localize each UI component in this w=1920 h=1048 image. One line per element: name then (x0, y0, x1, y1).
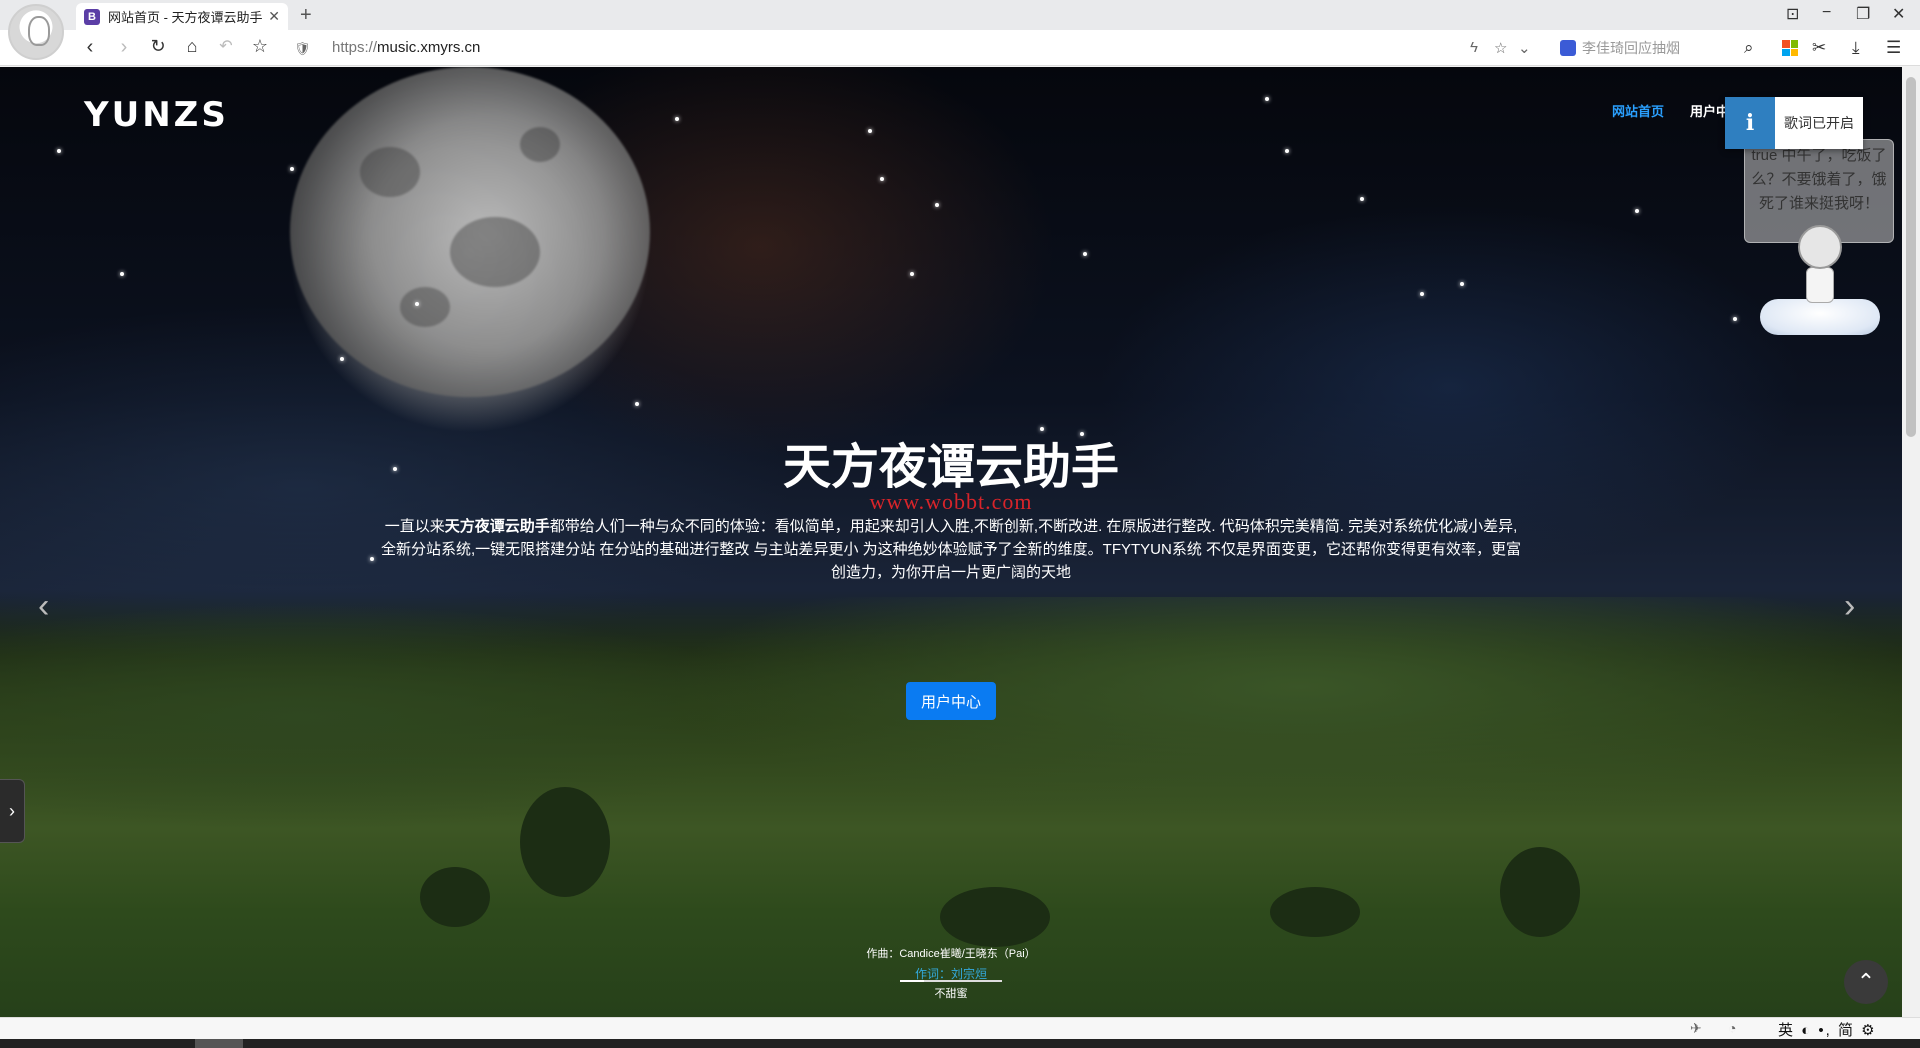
speed-icon[interactable]: ◔ (1728, 1020, 1736, 1036)
side-panel-toggle-icon[interactable]: › (0, 779, 25, 843)
chevron-down-icon[interactable]: ⌄ (1518, 39, 1531, 57)
star (1420, 292, 1424, 296)
star (1460, 282, 1464, 286)
star (1635, 209, 1639, 213)
star (1083, 252, 1087, 256)
restore-button[interactable]: ❐ (1856, 4, 1870, 24)
search-input[interactable]: 李佳琦回应抽烟 (1560, 35, 1770, 61)
lyrics-toast: i 歌词已开启 (1725, 97, 1863, 149)
baidu-icon (1560, 40, 1576, 56)
menu-icon[interactable]: ☰ (1886, 38, 1901, 58)
nav-user-link[interactable]: 用户中心 (1690, 101, 1728, 120)
reload-icon[interactable]: ↻ (146, 36, 170, 57)
star (1265, 97, 1269, 101)
star (1360, 197, 1364, 201)
star (415, 302, 419, 306)
site-favicon-icon: B (84, 8, 100, 25)
tab-close-icon[interactable]: ✕ (268, 8, 280, 25)
security-shield-icon[interactable]: 🛡 (294, 41, 311, 57)
star (57, 149, 61, 153)
url-field[interactable]: https://music.xmyrs.cn (332, 39, 480, 56)
star (290, 167, 294, 171)
forward-icon[interactable]: › (112, 36, 136, 59)
tab-title: 网站首页 - 天方夜谭云助手 (108, 10, 263, 25)
star (935, 203, 939, 207)
download-icon[interactable]: ⤓ (1852, 38, 1860, 58)
rocket-icon[interactable]: ✈ (1690, 1020, 1702, 1037)
hero-description: 一直以来天方夜谭云助手都带给人们一种与众不同的体验：看似简单，用起来却引人入胜,… (380, 518, 1521, 581)
browser-tab[interactable]: B 网站首页 - 天方夜谭云助手 ✕ (76, 3, 288, 30)
mascot-character[interactable] (1760, 217, 1880, 357)
star (340, 357, 344, 361)
undo-close-icon[interactable]: ↶ (214, 36, 238, 56)
address-bar: ‹ › ↻ ⌂ ↶ ☆ 🛡 https://music.xmyrs.cn ϟ ☆… (0, 30, 1920, 66)
back-to-top-button[interactable]: ⌃ (1844, 960, 1888, 1004)
minimize-button[interactable]: − (1822, 4, 1831, 22)
hero-section: YUNZS 网站首页 用户中心 i 歌词已开启 true 中午了，吃饭了么？不要… (0, 67, 1902, 1017)
user-avatar[interactable] (8, 4, 64, 60)
star (1733, 317, 1737, 321)
star (370, 557, 374, 561)
user-center-button[interactable]: 用户中心 (906, 682, 996, 720)
page-scrollbar[interactable] (1902, 67, 1920, 1017)
watermark-text: www.wobbt.com (869, 489, 1033, 514)
scrollbar-thumb[interactable] (1906, 77, 1916, 437)
lyrics-progress-fill (900, 980, 925, 982)
lyrics-line: 作曲：Candice崔曦/王晓东（Pai） (866, 948, 1036, 960)
back-icon[interactable]: ‹ (78, 36, 102, 59)
info-icon: i (1725, 97, 1775, 149)
carousel-next-icon[interactable]: › (1844, 587, 1855, 626)
os-taskbar (0, 1039, 1920, 1048)
apps-grid-icon[interactable] (1782, 40, 1798, 56)
star (635, 402, 639, 406)
star (880, 177, 884, 181)
carousel-prev-icon[interactable]: ‹ (38, 587, 49, 626)
new-tab-button[interactable]: + (300, 4, 312, 27)
lightning-icon[interactable]: ϟ (1470, 39, 1478, 56)
pin-window-icon[interactable]: ⊡ (1786, 4, 1799, 24)
star (868, 129, 872, 133)
ime-toolbar[interactable]: 英 ◐ •, 简 ⚙ (1778, 1019, 1877, 1040)
star (1285, 149, 1289, 153)
status-bar: ✈ ◔ 英 ◐ •, 简 ⚙ (0, 1017, 1920, 1039)
tab-strip: B 网站首页 - 天方夜谭云助手 ✕ + ⊡ − ❐ ✕ (0, 0, 1920, 30)
scissors-icon[interactable]: ✂ (1812, 38, 1826, 58)
nav-home-link[interactable]: 网站首页 (1612, 101, 1664, 120)
star (675, 117, 679, 121)
hero-title: 天方夜谭云助手 (782, 441, 1119, 494)
search-icon[interactable]: ⌕ (1744, 38, 1754, 58)
lyrics-line: 不甜蜜 (934, 988, 968, 1000)
favorite-star-icon[interactable]: ☆ (1494, 39, 1507, 57)
bookmark-star-icon[interactable]: ☆ (248, 36, 272, 57)
toast-message: 歌词已开启 (1775, 97, 1863, 149)
site-logo[interactable]: YUNZS (84, 95, 229, 135)
star (120, 272, 124, 276)
close-window-button[interactable]: ✕ (1892, 4, 1905, 24)
moon-image (290, 67, 650, 397)
star (910, 272, 914, 276)
lyrics-progress-bar (900, 980, 1002, 982)
home-icon[interactable]: ⌂ (180, 36, 204, 57)
